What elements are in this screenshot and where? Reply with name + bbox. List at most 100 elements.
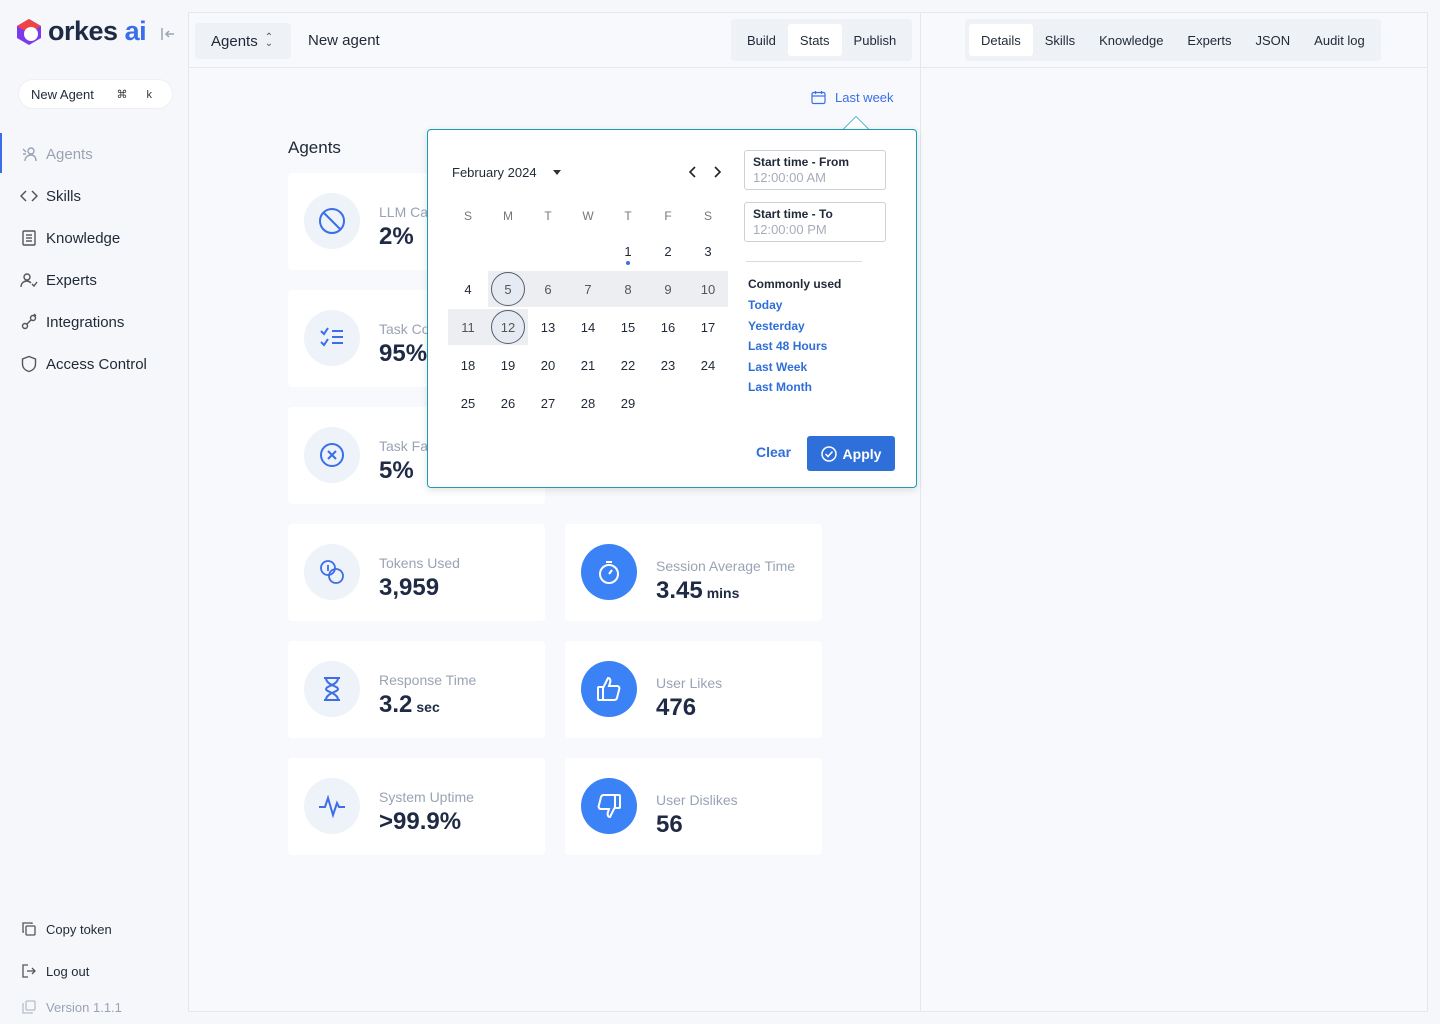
stopwatch-icon [581,544,637,600]
calendar-day[interactable]: 27 [528,385,568,421]
brand-logo[interactable]: orkes ai [14,16,147,47]
date-range-button[interactable]: Last week [811,90,894,105]
calendar-day[interactable]: 10 [688,271,728,307]
sidebar-item-label: Experts [46,271,97,289]
calendar-day[interactable]: 13 [528,309,568,345]
coins-icon [304,544,360,600]
calendar-day[interactable]: 1 [608,233,648,269]
calendar-day[interactable]: 15 [608,309,648,345]
quick-range-yesterday[interactable]: Yesterday [748,319,827,340]
calendar-day[interactable]: 3 [688,233,728,269]
sidebar-item-label: Integrations [46,313,125,331]
calendar-day[interactable]: 8 [608,271,648,307]
tab-audit-log[interactable]: Audit log [1302,24,1377,56]
log-out-button[interactable]: Log out [20,950,122,992]
calendar-empty-cell [688,385,728,421]
sidebar-item-knowledge[interactable]: Knowledge [0,217,188,259]
calendar-week-row: 25 26 27 28 29 [448,384,728,422]
tab-experts[interactable]: Experts [1175,24,1243,56]
updown-chevron-icon: ⌃ ⌄ [264,32,274,49]
view-tabs: Build Stats Publish [731,19,913,61]
calendar-day[interactable]: 20 [528,347,568,383]
thumbs-up-icon [581,661,637,717]
tab-skills[interactable]: Skills [1033,24,1087,56]
copy-token-button[interactable]: Copy token [20,908,122,950]
sidebar-item-agents[interactable]: Agents [0,133,188,175]
tab-knowledge[interactable]: Knowledge [1087,24,1175,56]
calendar-day[interactable]: 7 [568,271,608,307]
clear-button[interactable]: Clear [756,444,791,460]
calendar-day[interactable]: 9 [648,271,688,307]
calendar-day[interactable]: 22 [608,347,648,383]
stat-label: Tokens Used [379,555,460,571]
quick-range-last-48-hours[interactable]: Last 48 Hours [748,339,827,360]
hourglass-icon [304,661,360,717]
calendar-day[interactable]: 28 [568,385,608,421]
x-circle-icon [304,427,360,483]
calendar-day[interactable]: 12 [488,309,528,345]
sidebar-item-label: Knowledge [46,229,121,247]
calendar-day[interactable]: 29 [608,385,648,421]
stat-value: 476 [656,694,697,721]
weekday-label: T [624,209,632,223]
sidebar-item-access-control[interactable]: Access Control [0,343,188,385]
top-bar: Agents ⌃ ⌄ New agent Build Stats Publish … [189,13,1427,68]
calendar-day[interactable]: 18 [448,347,488,383]
new-agent-label: New Agent [31,86,94,102]
calendar-day[interactable]: 11 [448,309,488,345]
tab-json[interactable]: JSON [1244,24,1303,56]
prev-month-chevron-left-icon[interactable] [685,164,701,180]
pulse-icon [304,778,360,834]
calendar-empty-cell [528,233,568,269]
calendar-day[interactable]: 24 [688,347,728,383]
calendar-day[interactable]: 23 [648,347,688,383]
calendar-day[interactable]: 14 [568,309,608,345]
quick-range-today[interactable]: Today [748,298,827,319]
quick-range-last-week[interactable]: Last Week [748,360,827,381]
stat-value: 95% [379,340,428,367]
tab-publish[interactable]: Publish [842,24,909,56]
start-time-from-field[interactable]: Start time - From 12:00:00 AM [744,150,886,190]
calendar-day[interactable]: 4 [448,271,488,307]
calendar-day[interactable]: 26 [488,385,528,421]
stat-value: 3,959 [379,574,440,601]
calendar-empty-cell [568,233,608,269]
page-title: New agent [308,32,380,49]
collapse-sidebar-icon[interactable] [159,25,177,43]
logout-icon [20,962,38,980]
quick-range-last-month[interactable]: Last Month [748,380,827,401]
tab-details[interactable]: Details [969,24,1033,56]
sidebar-item-integrations[interactable]: Integrations [0,301,188,343]
weekday-label: W [582,209,594,223]
field-label: Start time - From [753,155,850,169]
agents-select[interactable]: Agents ⌃ ⌄ [195,23,291,59]
calendar-day[interactable]: 16 [648,309,688,345]
apply-button[interactable]: Apply [807,436,895,471]
field-placeholder: 12:00:00 AM [753,170,826,185]
calendar-day[interactable]: 17 [688,309,728,345]
sidebar-item-experts[interactable]: Experts [0,259,188,301]
calendar-empty-cell [488,233,528,269]
stat-value: 56 [656,811,683,838]
month-select[interactable]: February 2024 [452,165,561,180]
tab-stats[interactable]: Stats [787,24,842,56]
stat-card-session-average-time: Session Average Time 3.45 mins [565,524,822,621]
stat-value: 2% [379,223,414,250]
calendar-day[interactable]: 2 [648,233,688,269]
calendar-day[interactable]: 19 [488,347,528,383]
commonly-used-title: Commonly used [748,277,842,291]
tab-build[interactable]: Build [735,24,788,56]
start-time-to-field[interactable]: Start time - To 12:00:00 PM [744,202,886,242]
sidebar-item-skills[interactable]: Skills [0,175,188,217]
next-month-chevron-right-icon[interactable] [709,164,725,180]
calendar-day[interactable]: 6 [528,271,568,307]
stat-card-user-likes: User Likes 476 [565,641,822,738]
calendar-day[interactable]: 5 [488,271,528,307]
calendar-day[interactable]: 25 [448,385,488,421]
caret-down-icon [552,170,561,175]
checklist-icon [304,310,360,366]
calendar-day[interactable]: 21 [568,347,608,383]
calendar-week-row: 4 5 6 7 8 9 10 [448,270,728,308]
stat-label: User Dislikes [656,792,738,808]
new-agent-button[interactable]: New Agent ⌘ k [18,79,173,109]
